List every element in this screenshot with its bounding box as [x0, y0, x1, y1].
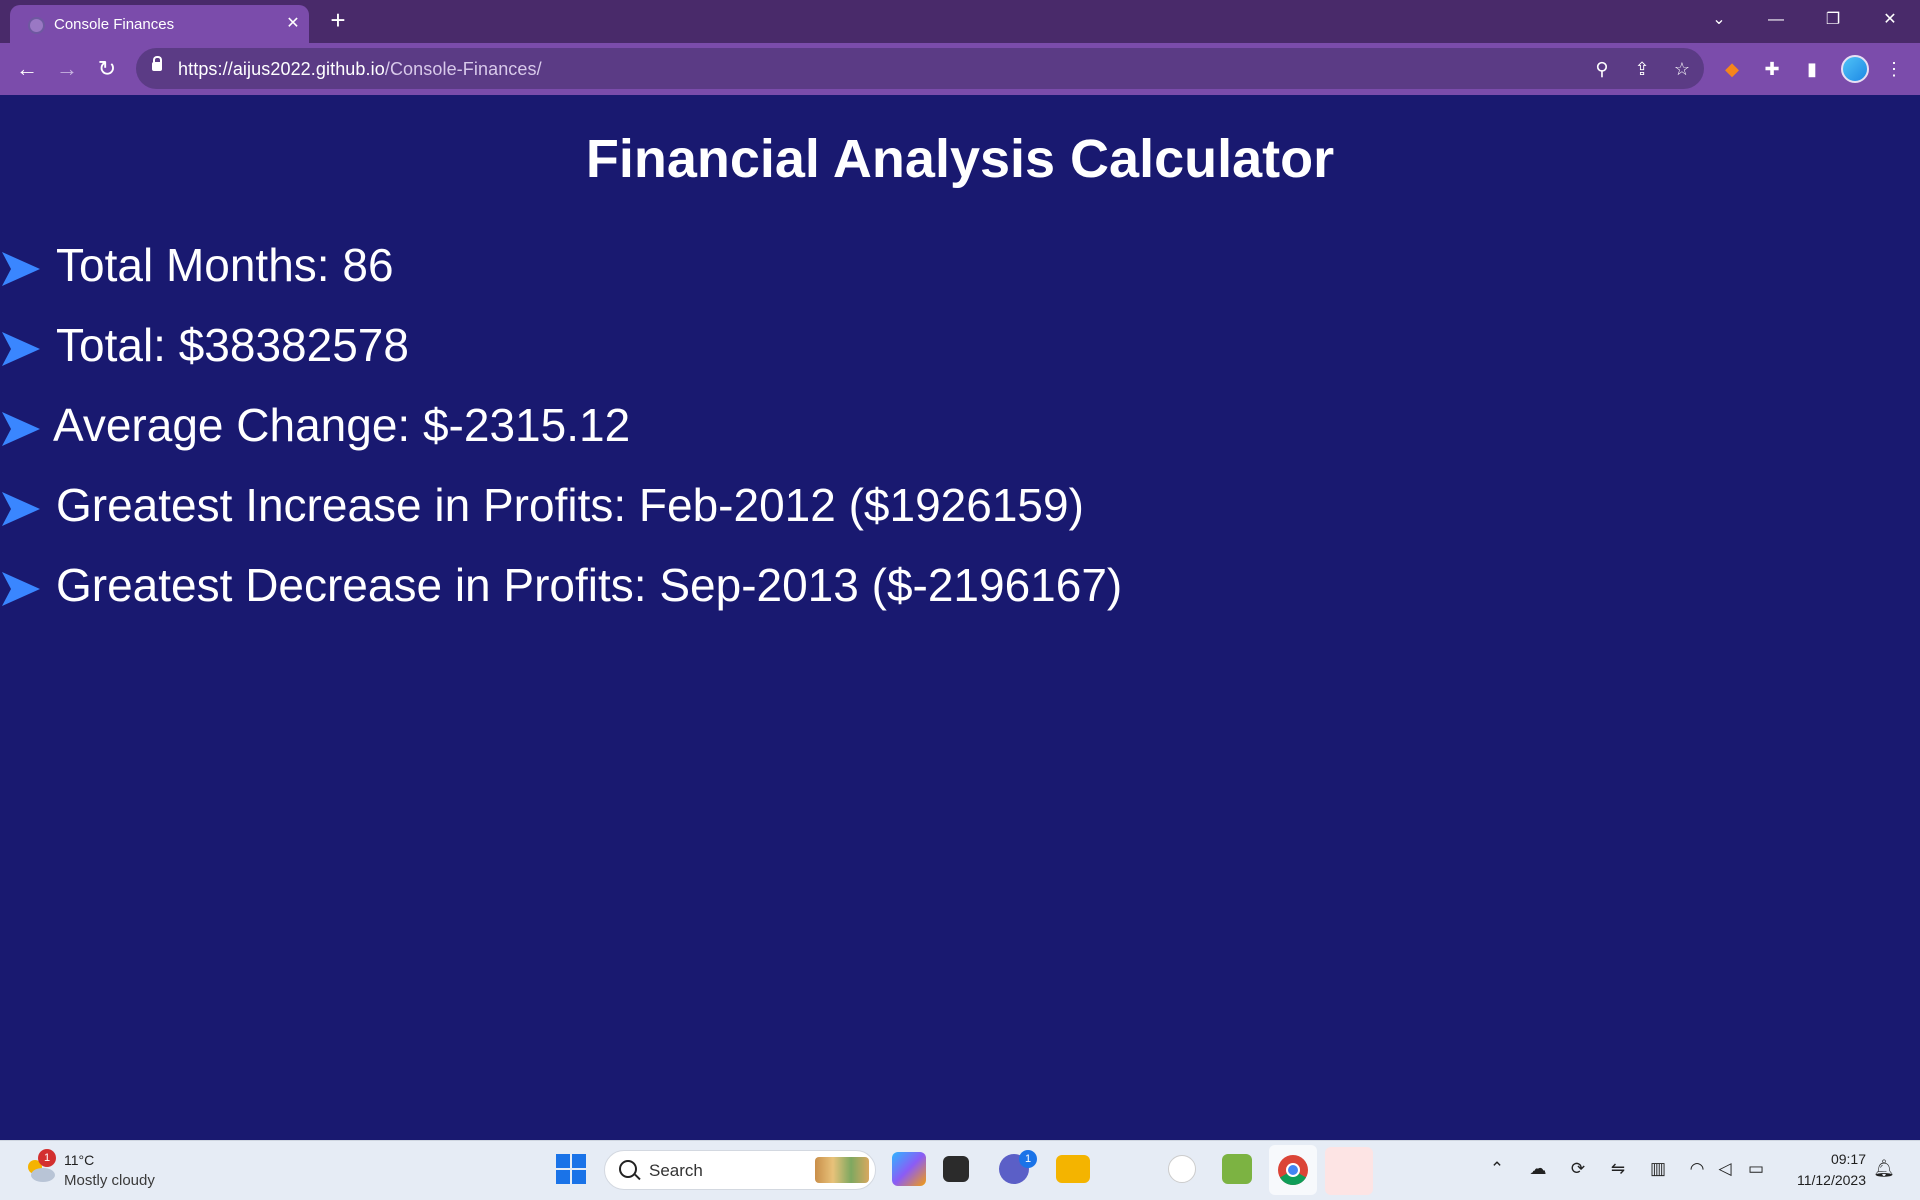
new-tab-button[interactable]: + [324, 6, 352, 34]
browser-tab-bar: Console Finances ✕ + ⌄ — ❐ ✕ [0, 0, 1920, 43]
settings-sliders-icon[interactable]: ⇋ [1607, 1158, 1629, 1180]
search-placeholder: Search [649, 1161, 703, 1180]
volume-icon[interactable]: ◁ [1714, 1158, 1736, 1180]
arrow-bullet-icon [2, 572, 40, 606]
clock-time[interactable]: 09:17 [1806, 1151, 1866, 1167]
browser-toolbar: ← → ↻ https://aijus2022.github.io/Consol… [0, 43, 1920, 95]
share-icon[interactable]: ⇪ [1630, 57, 1654, 81]
teams-badge: 1 [1019, 1150, 1037, 1168]
zoom-icon[interactable]: ⚲ [1590, 57, 1614, 81]
tab-console-finances[interactable]: Console Finances ✕ [10, 5, 309, 43]
chrome-taskbar-button[interactable] [1269, 1145, 1317, 1195]
task-view-icon[interactable] [943, 1156, 969, 1182]
copilot-app-icon[interactable] [892, 1152, 926, 1186]
battery-icon[interactable]: ▭ [1745, 1158, 1767, 1180]
search-highlight-image [815, 1157, 869, 1183]
metamask-extension-icon[interactable]: ◆ [1718, 55, 1746, 83]
profile-avatar[interactable] [1841, 55, 1869, 83]
globe-icon [28, 17, 45, 34]
minimize-button[interactable]: — [1753, 4, 1799, 36]
chrome-icon [1278, 1155, 1308, 1186]
arrow-bullet-icon [2, 332, 40, 366]
file-explorer-icon[interactable] [1056, 1155, 1090, 1183]
bookmark-star-icon[interactable]: ☆ [1670, 57, 1694, 81]
restore-button[interactable]: ❐ [1810, 4, 1856, 36]
password-manager-icon[interactable] [1168, 1155, 1196, 1183]
close-icon[interactable]: ✕ [282, 13, 304, 35]
windows-logo-icon [556, 1154, 570, 1168]
result-text: Total: $38382578 [56, 319, 409, 371]
meter-app-icon[interactable]: ▥ [1647, 1158, 1669, 1180]
arrow-bullet-icon [2, 412, 40, 446]
url-text[interactable]: https://aijus2022.github.io/Console-Fina… [178, 59, 542, 80]
weather-description: Mostly cloudy [64, 1172, 155, 1189]
start-button[interactable] [556, 1154, 586, 1184]
onedrive-cloud-icon[interactable]: ☁ [1527, 1158, 1549, 1180]
result-text: Greatest Increase in Profits: Feb-2012 (… [56, 479, 1084, 531]
address-bar[interactable]: https://aijus2022.github.io/Console-Fina… [136, 48, 1704, 89]
page-title: Financial Analysis Calculator [585, 129, 1335, 189]
search-icon [619, 1160, 637, 1178]
weather-alert-badge: 1 [38, 1149, 56, 1167]
forward-button[interactable]: → [52, 55, 82, 85]
taskbar: 1 11°C Mostly cloudy Search 1 ⌃ ☁ ⟳ ⇋ ▥ … [0, 1140, 1920, 1200]
result-text: Greatest Decrease in Profits: Sep-2013 (… [56, 559, 1123, 611]
chevron-up-icon[interactable]: ⌃ [1486, 1158, 1508, 1180]
result-text: Average Change: $-2315.12 [53, 399, 631, 451]
weather-temperature: 11°C [64, 1152, 95, 1168]
extensions-puzzle-icon[interactable]: ✚ [1758, 55, 1786, 83]
notification-bell-icon[interactable]: 🔔︎ [1873, 1158, 1895, 1180]
url-host: https://aijus2022.github.io [178, 59, 385, 79]
sync-icon[interactable]: ⟳ [1567, 1158, 1589, 1180]
pinned-app-icon[interactable] [1325, 1147, 1373, 1195]
result-text: Total Months: 86 [56, 239, 394, 291]
side-panel-icon[interactable]: ▮ [1798, 55, 1826, 83]
taskbar-search[interactable]: Search [604, 1150, 876, 1190]
url-path: /Console-Finances/ [384, 59, 542, 79]
notepad-app-icon[interactable] [1222, 1154, 1252, 1184]
arrow-bullet-icon [2, 252, 40, 286]
tab-search-button[interactable]: ⌄ [1696, 4, 1742, 36]
reload-button[interactable]: ↻ [92, 55, 122, 85]
arrow-bullet-icon [2, 492, 40, 526]
close-window-button[interactable]: ✕ [1867, 4, 1913, 36]
lock-icon[interactable] [152, 56, 162, 71]
tab-title: Console Finances [54, 16, 175, 33]
back-button[interactable]: ← [12, 55, 42, 85]
wifi-icon[interactable]: ◠ [1686, 1158, 1708, 1180]
browser-menu-icon[interactable]: ⋮ [1880, 55, 1908, 83]
clock-date[interactable]: 11/12/2023 [1780, 1172, 1866, 1188]
